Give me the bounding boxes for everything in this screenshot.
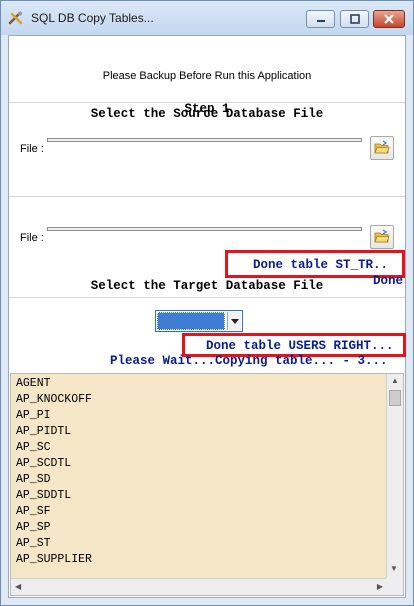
progress-status: Please Wait...Copying table... - 3... — [110, 354, 388, 368]
list-item[interactable]: AP_SDDTL — [16, 489, 71, 502]
open-folder-icon — [374, 229, 390, 243]
main-window: SQL DB Copy Tables... Please Backup Befo… — [0, 0, 414, 606]
source-file-label: File : — [20, 143, 44, 155]
client-area: Please Backup Before Run this Applicatio… — [8, 35, 406, 598]
minimize-icon — [316, 20, 325, 22]
list-item[interactable]: AP_SF — [16, 505, 51, 518]
source-file-path[interactable] — [47, 138, 362, 142]
scroll-left-icon[interactable]: ◀ — [15, 582, 21, 591]
list-item[interactable]: AGENT — [16, 377, 51, 390]
divider — [9, 196, 405, 197]
title-bar[interactable]: SQL DB Copy Tables... — [1, 1, 413, 35]
minimize-button[interactable] — [306, 10, 335, 28]
close-button[interactable] — [373, 10, 405, 28]
open-folder-icon — [374, 140, 390, 154]
list-item[interactable]: AP_SUPPLIER — [16, 553, 92, 566]
maximize-button[interactable] — [340, 10, 369, 28]
scroll-up-icon[interactable]: ▲ — [391, 376, 399, 385]
combobox-field[interactable] — [157, 312, 225, 330]
horizontal-scrollbar[interactable]: ◀ ▶ — [11, 578, 387, 595]
list-item[interactable]: AP_SCDTL — [16, 457, 71, 470]
tools-icon — [8, 10, 24, 26]
scroll-down-icon[interactable]: ▼ — [390, 564, 398, 573]
target-table-combobox[interactable] — [155, 310, 243, 332]
source-browse-button[interactable] — [370, 136, 394, 160]
list-item[interactable]: AP_SP — [16, 521, 51, 534]
close-icon — [384, 14, 394, 24]
list-item[interactable]: AP_SD — [16, 473, 51, 486]
list-item[interactable]: AP_KNOCKOFF — [16, 393, 92, 406]
target-file-path[interactable] — [47, 227, 362, 231]
backup-hint: Please Backup Before Run this Applicatio… — [102, 70, 312, 82]
divider — [9, 297, 405, 298]
target-browse-button[interactable] — [370, 225, 394, 249]
chevron-down-icon — [231, 319, 239, 324]
vertical-scrollbar[interactable]: ▲ — [386, 374, 403, 579]
target-file-label: File : — [20, 232, 44, 244]
scroll-thumb[interactable] — [389, 390, 401, 406]
source-heading: Select the Source Database File — [90, 107, 324, 121]
list-item[interactable]: AP_SC — [16, 441, 51, 454]
list-item[interactable]: AP_ST — [16, 537, 51, 550]
scroll-right-icon[interactable]: ▶ — [377, 582, 383, 591]
combobox-dropdown-button[interactable] — [227, 312, 241, 330]
status-done-table-2: Done table USERS RIGHT... — [206, 339, 394, 353]
maximize-icon — [349, 14, 360, 24]
window-title: SQL DB Copy Tables... — [31, 11, 154, 25]
list-item[interactable]: AP_PIDTL — [16, 425, 71, 438]
status-done-table-1: Done table ST_TR.. — [253, 258, 389, 272]
table-list[interactable]: AGENT AP_KNOCKOFF AP_PI AP_PIDTL AP_SC AP_SCD… — [10, 373, 404, 596]
list-item[interactable]: AP_PI — [16, 409, 51, 422]
target-heading: Select the Target Database File — [90, 279, 324, 293]
scrollbar-corner: ▼ — [386, 564, 403, 595]
